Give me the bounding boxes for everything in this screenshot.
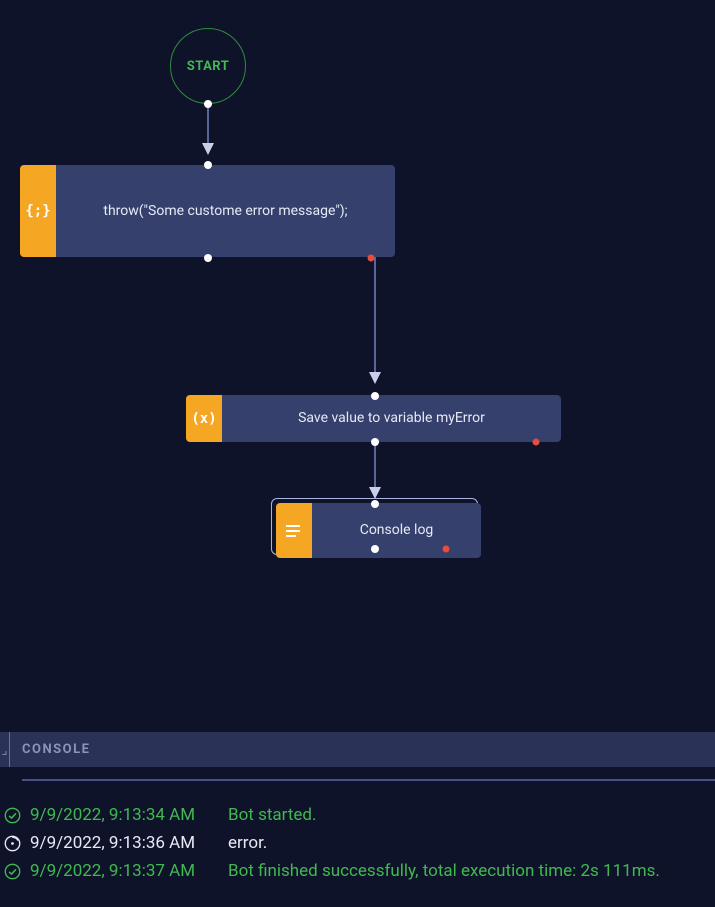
port-log-out[interactable] [371, 545, 379, 553]
error-circle-icon [2, 833, 22, 853]
node-throw-body: throw("Some custome error message"); [56, 165, 395, 257]
console-header: ⌟ CONSOLE [0, 732, 715, 767]
connectors [0, 0, 715, 730]
port-throw-out[interactable] [204, 254, 212, 262]
node-save-variable[interactable]: (x) Save value to variable myError [186, 395, 561, 442]
log-timestamp: 9/9/2022, 9:13:37 AM [30, 861, 220, 881]
start-label: START [187, 59, 230, 74]
port-throw-err[interactable] [368, 255, 375, 262]
log-row: 9/9/2022, 9:13:34 AM Bot started. [0, 801, 715, 829]
console-body: 9/9/2022, 9:13:34 AMBot started.9/9/2022… [0, 767, 715, 907]
node-log-body: Console log [312, 503, 481, 558]
port-log-in[interactable] [371, 500, 379, 508]
port-log-err[interactable] [443, 546, 450, 553]
node-save-body: Save value to variable myError [222, 395, 561, 442]
flow-canvas[interactable]: START {;} throw("Some custome error mess… [0, 0, 715, 730]
node-throw[interactable]: {;} throw("Some custome error message"); [20, 165, 395, 257]
variable-icon: (x) [186, 395, 222, 442]
log-message: error. [228, 833, 715, 853]
start-node[interactable]: START [170, 28, 246, 104]
console-tab-icon[interactable]: ⌟ [0, 732, 10, 767]
log-timestamp: 9/9/2022, 9:13:36 AM [30, 833, 220, 853]
port-save-out[interactable] [371, 438, 379, 446]
port-save-err[interactable] [533, 439, 540, 446]
node-save-label: Save value to variable myError [298, 409, 485, 428]
log-row: 9/9/2022, 9:13:37 AM Bot finished success… [0, 857, 715, 885]
log-message: Bot started. [228, 805, 715, 825]
log-timestamp: 9/9/2022, 9:13:34 AM [30, 805, 220, 825]
port-start-out[interactable] [204, 100, 212, 108]
log-message: Bot finished successfully, total executi… [228, 861, 715, 881]
check-circle-icon [2, 805, 22, 825]
log-row: 9/9/2022, 9:13:36 AM error. [0, 829, 715, 857]
check-circle-icon [2, 861, 22, 881]
node-throw-label: throw("Some custome error message"); [103, 202, 347, 221]
console-title: CONSOLE [22, 742, 90, 757]
console-divider [22, 779, 715, 781]
port-save-in[interactable] [371, 392, 379, 400]
log-icon [276, 503, 312, 558]
port-throw-in[interactable] [204, 161, 212, 169]
node-log-label: Console log [360, 521, 434, 540]
code-icon: {;} [20, 165, 56, 257]
